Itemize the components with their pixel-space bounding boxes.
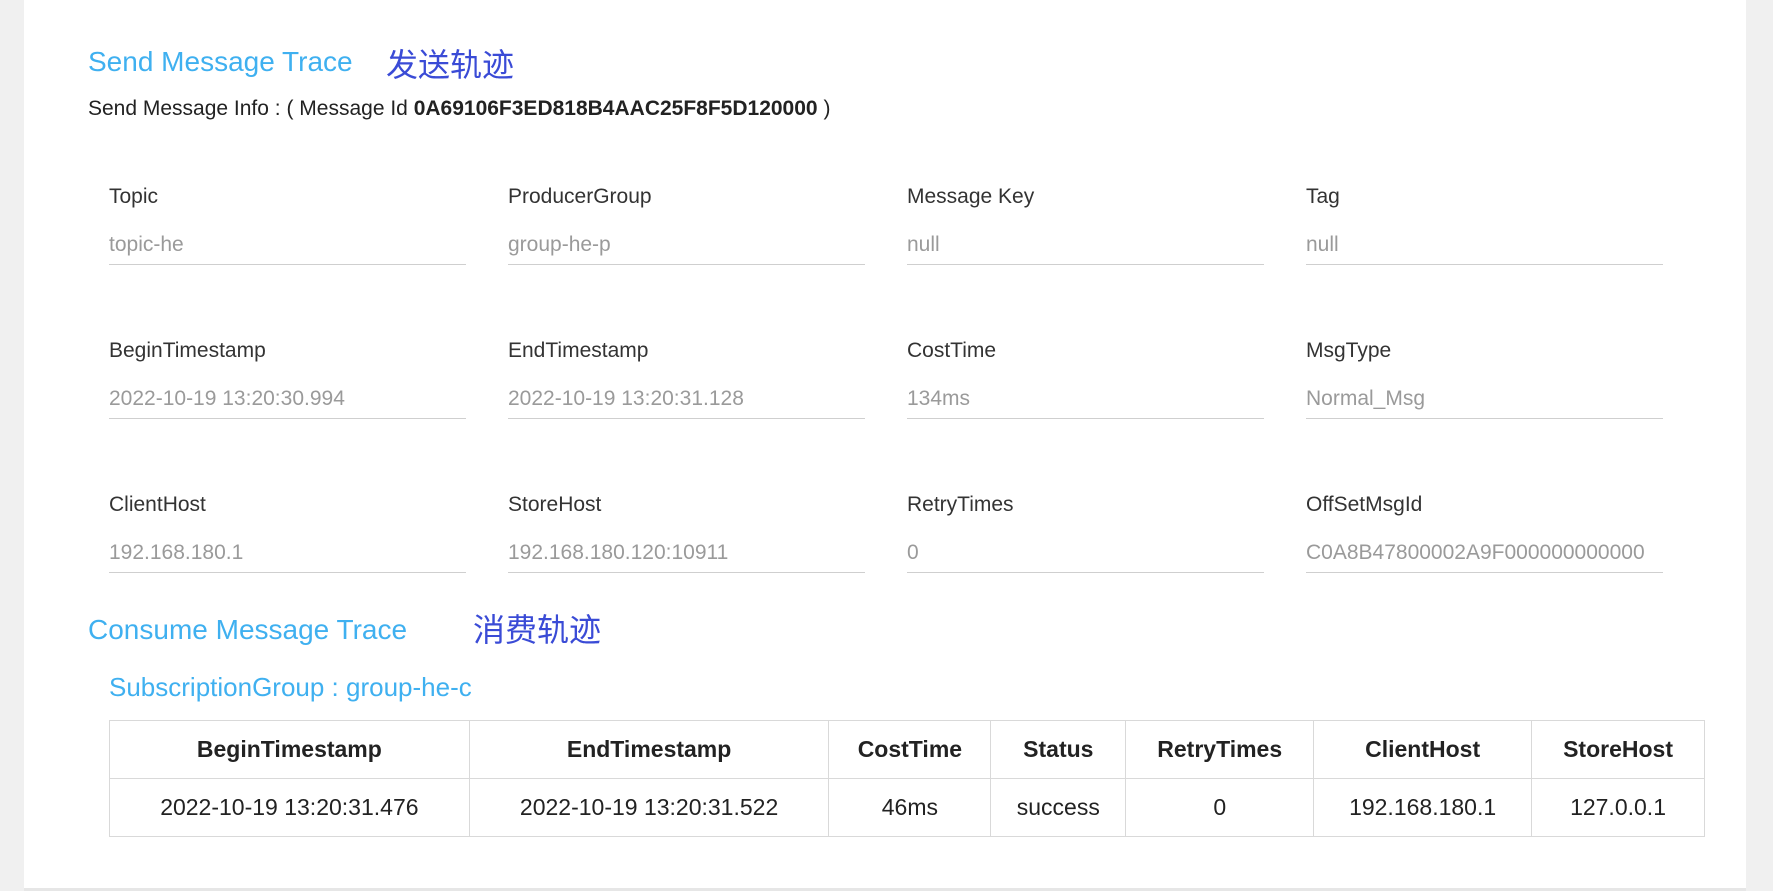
- table-cell: 0: [1125, 778, 1315, 837]
- column-header: Status: [990, 720, 1127, 779]
- field-label: Tag: [1306, 185, 1340, 208]
- subscription-group: SubscriptionGroup : group-he-c: [109, 672, 472, 702]
- field-label: RetryTimes: [907, 493, 1014, 516]
- consume-trace-annotation: 消费轨迹: [473, 611, 602, 649]
- field-value: 2022-10-19 13:20:31.128: [508, 384, 865, 419]
- info-prefix: Send Message Info : ( Message Id: [88, 97, 408, 120]
- send-trace-annotation: 发送轨迹: [386, 46, 515, 84]
- field-label: StoreHost: [508, 493, 602, 516]
- field-label: Message Key: [907, 185, 1035, 208]
- field-begin-timestamp: BeginTimestamp 2022-10-19 13:20:30.994: [109, 338, 466, 419]
- field-value: C0A8B47800002A9F000000000000: [1306, 538, 1663, 573]
- field-label: EndTimestamp: [508, 339, 649, 362]
- field-value: null: [1306, 230, 1663, 265]
- field-cost-time: CostTime 134ms: [907, 338, 1264, 419]
- field-value: 0: [907, 538, 1264, 573]
- field-label: BeginTimestamp: [109, 339, 266, 362]
- field-value: Normal_Msg: [1306, 384, 1663, 419]
- field-value: topic-he: [109, 230, 466, 265]
- table-cell: 127.0.0.1: [1531, 778, 1705, 837]
- field-value: null: [907, 230, 1264, 265]
- field-offset-msg-id: OffSetMsgId C0A8B47800002A9F000000000000: [1306, 492, 1663, 573]
- field-value: 134ms: [907, 384, 1264, 419]
- send-trace-title: Send Message Trace: [88, 46, 353, 77]
- field-message-key: Message Key null: [907, 184, 1264, 265]
- field-retry-times: RetryTimes 0: [907, 492, 1264, 573]
- field-msg-type: MsgType Normal_Msg: [1306, 338, 1663, 419]
- field-client-host: ClientHost 192.168.180.1: [109, 492, 466, 573]
- field-label: ClientHost: [109, 493, 206, 516]
- field-label: Topic: [109, 185, 159, 208]
- field-value: 192.168.180.120:10911: [508, 538, 865, 573]
- info-suffix: ): [823, 97, 831, 120]
- table-cell: 46ms: [828, 778, 992, 837]
- table-cell: 2022-10-19 13:20:31.476: [109, 778, 470, 837]
- table-row: 2022-10-19 13:20:31.476 2022-10-19 13:20…: [109, 778, 1705, 837]
- consume-trace-title: Consume Message Trace: [88, 614, 408, 645]
- table-cell: 192.168.180.1: [1313, 778, 1533, 837]
- column-header: CostTime: [828, 720, 992, 779]
- table-header-row: BeginTimestamp EndTimestamp CostTime Sta…: [109, 720, 1705, 779]
- field-value: 192.168.180.1: [109, 538, 466, 573]
- field-label: ProducerGroup: [508, 185, 652, 208]
- field-end-timestamp: EndTimestamp 2022-10-19 13:20:31.128: [508, 338, 865, 419]
- field-tag: Tag null: [1306, 184, 1663, 265]
- table-cell: success: [990, 778, 1127, 837]
- field-value: group-he-p: [508, 230, 865, 265]
- field-label: OffSetMsgId: [1306, 493, 1423, 516]
- column-header: RetryTimes: [1125, 720, 1315, 779]
- table-cell: 2022-10-19 13:20:31.522: [468, 778, 830, 837]
- column-header: EndTimestamp: [468, 720, 830, 779]
- consume-trace-table: BeginTimestamp EndTimestamp CostTime Sta…: [109, 720, 1705, 837]
- field-producer-group: ProducerGroup group-he-p: [508, 184, 865, 265]
- field-label: MsgType: [1306, 339, 1392, 362]
- send-message-info: Send Message Info : ( Message Id 0A69106…: [88, 97, 830, 121]
- field-value: 2022-10-19 13:20:30.994: [109, 384, 466, 419]
- message-id: 0A69106F3ED818B4AAC25F8F5D120000: [413, 97, 818, 120]
- field-topic: Topic topic-he: [109, 184, 466, 265]
- column-header: ClientHost: [1313, 720, 1533, 779]
- field-label: CostTime: [907, 339, 997, 362]
- column-header: StoreHost: [1531, 720, 1705, 779]
- column-header: BeginTimestamp: [109, 720, 470, 779]
- field-store-host: StoreHost 192.168.180.120:10911: [508, 492, 865, 573]
